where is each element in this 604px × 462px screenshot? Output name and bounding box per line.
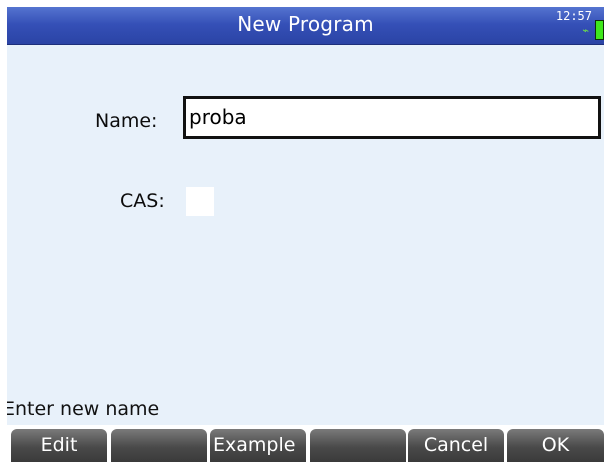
name-input[interactable]: proba (183, 96, 601, 139)
example-softkey[interactable]: Example (210, 429, 306, 462)
ok-softkey[interactable]: OK (507, 429, 604, 462)
softkey-2[interactable] (111, 429, 207, 462)
name-label: Name: (95, 110, 158, 132)
page-title: New Program (237, 12, 374, 36)
battery-icon (595, 20, 604, 40)
edit-softkey[interactable]: Edit (11, 429, 107, 462)
softkey-bar: Edit Example Cancel OK (7, 425, 604, 462)
connection-icon: ⌁ (582, 24, 589, 37)
help-text: Enter new name (7, 398, 160, 420)
cancel-softkey[interactable]: Cancel (408, 429, 504, 462)
clock: 12:57 (555, 9, 592, 23)
title-bar: New Program 12:57 ⌁ (7, 7, 604, 45)
softkey-4[interactable] (310, 429, 406, 462)
calculator-screen: New Program 12:57 ⌁ Name: proba CAS: Ent… (7, 7, 604, 462)
cas-checkbox[interactable] (186, 187, 214, 216)
cas-label: CAS: (120, 190, 165, 212)
